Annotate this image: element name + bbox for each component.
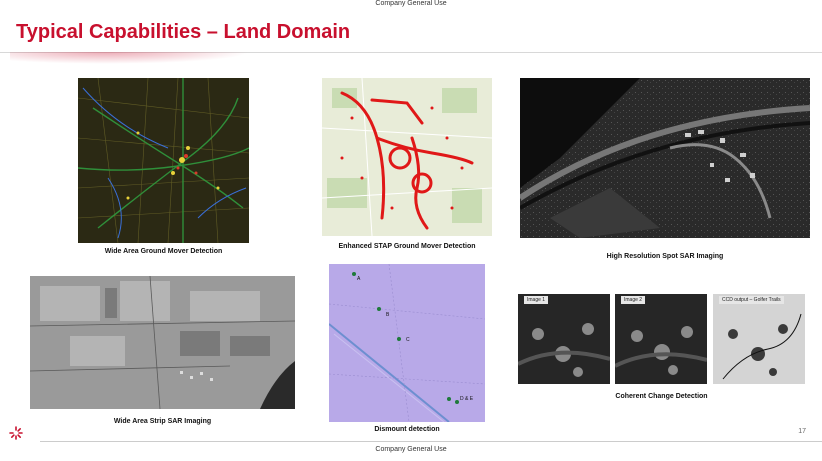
- dismount-marker: C: [406, 337, 410, 343]
- dismount-detection-map-image: A B C D & E: [329, 264, 485, 422]
- caption-ground-mover: Wide Area Ground Mover Detection: [104, 248, 223, 255]
- caption-dismount: Dismount detection: [374, 426, 440, 433]
- classification-footer: Company General Use: [375, 446, 447, 453]
- ccd-frame-label: Image 1: [524, 296, 549, 304]
- classification-header: Company General Use: [375, 0, 447, 7]
- spot-sar-image: [520, 78, 810, 238]
- slide-title: Typical Capabilities – Land Domain: [16, 21, 351, 43]
- ccd-image-1: Image 1: [518, 294, 610, 384]
- ccd-frame-label: Image 2: [621, 296, 646, 304]
- dismount-marker: B: [386, 312, 390, 318]
- footer-divider: [40, 441, 822, 442]
- caption-spot-sar: High Resolution Spot SAR Imaging: [606, 253, 724, 260]
- ccd-image-2: Image 2: [615, 294, 707, 384]
- caption-ccd: Coherent Change Detection: [615, 393, 708, 400]
- dismount-marker: A: [357, 276, 361, 282]
- company-logo-icon: [9, 426, 23, 440]
- ccd-frame-label: CCD output – Golfer Trails: [719, 296, 784, 304]
- stap-detection-map-image: [322, 78, 492, 236]
- dismount-marker: D & E: [460, 396, 474, 402]
- page-number: 17: [798, 428, 806, 435]
- ground-mover-map-image: [78, 78, 249, 243]
- ccd-output-image: CCD output – Golfer Trails: [713, 294, 805, 384]
- title-swoosh-decoration: [10, 52, 250, 64]
- strip-sar-image: [30, 276, 295, 409]
- caption-stap-detection: Enhanced STAP Ground Mover Detection: [338, 243, 476, 250]
- caption-strip-sar: Wide Area Strip SAR Imaging: [113, 418, 212, 425]
